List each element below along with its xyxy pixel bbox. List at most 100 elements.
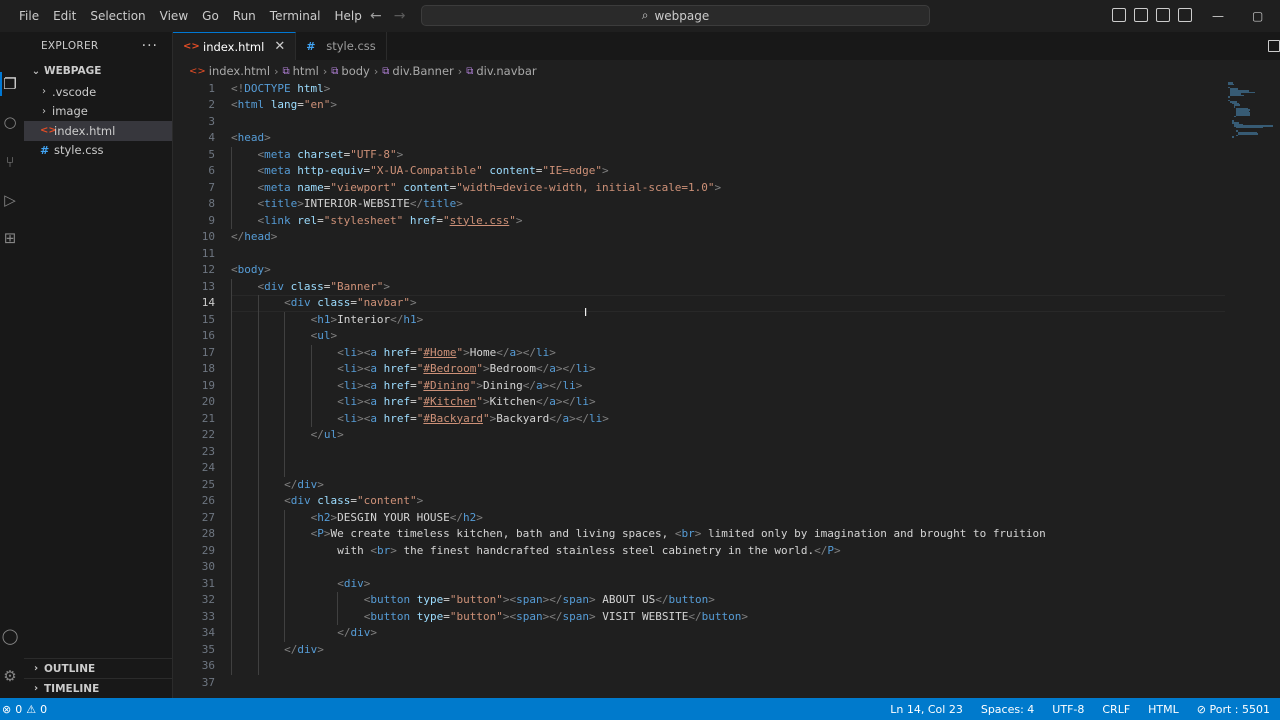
code-line[interactable]: <!DOCTYPE html> xyxy=(231,82,330,97)
warning-icon: ⚠ xyxy=(26,702,37,716)
problems-status[interactable]: ⊗ 0 ⚠ 0 xyxy=(0,703,47,716)
menu-go[interactable]: Go xyxy=(195,0,226,32)
toggle-panel-icon[interactable] xyxy=(1134,8,1148,22)
code-line[interactable]: </div> xyxy=(284,477,324,494)
menu-help[interactable]: Help xyxy=(328,0,369,32)
code-line[interactable]: <html lang="en"> xyxy=(231,97,337,114)
code-line[interactable]: <h1>Interior</h1> xyxy=(311,312,424,329)
code-line[interactable]: <h2>DESGIN YOUR HOUSE</h2> xyxy=(311,510,483,527)
code-line[interactable]: <title>INTERIOR-WEBSITE</title> xyxy=(258,196,463,213)
back-arrow-icon[interactable]: ← xyxy=(370,8,382,24)
encoding-status[interactable]: UTF-8 xyxy=(1052,703,1084,716)
breadcrumb-item[interactable]: <> index.html xyxy=(189,64,270,78)
minimap[interactable] xyxy=(1228,82,1280,142)
language-mode[interactable]: HTML xyxy=(1148,703,1179,716)
workspace-folder[interactable]: ⌄ WEBPAGE xyxy=(24,60,172,82)
forward-arrow-icon[interactable]: → xyxy=(394,8,406,24)
code-line[interactable]: <div class="navbar"> xyxy=(284,295,416,312)
menu-selection[interactable]: Selection xyxy=(83,0,152,32)
code-token: href xyxy=(383,362,411,375)
customize-layout-icon[interactable] xyxy=(1178,8,1192,22)
menu-edit[interactable]: Edit xyxy=(46,0,83,32)
live-server-port[interactable]: ⊘ Port : 5501 xyxy=(1197,703,1270,716)
timeline-section[interactable]: › TIMELINE xyxy=(24,678,173,698)
search-view-icon[interactable]: ○ xyxy=(0,112,20,132)
tree-item-vscode[interactable]: › .vscode xyxy=(24,82,172,102)
code-line[interactable]: <li><a href="#Kitchen">Kitchen</a></li> xyxy=(337,394,595,411)
tree-item-style-css[interactable]: # style.css xyxy=(24,141,172,161)
code-line[interactable]: <button type="button"><span></span> VISI… xyxy=(364,609,748,626)
code-token: name xyxy=(297,180,324,194)
code-line[interactable]: <ul> xyxy=(311,328,338,345)
code-line[interactable]: <head> xyxy=(231,130,271,147)
cursor-position[interactable]: Ln 14, Col 23 xyxy=(890,703,963,716)
chevron-right-icon: › xyxy=(33,683,39,694)
extensions-icon[interactable]: ⊞ xyxy=(0,228,20,248)
code-token: charset xyxy=(297,147,344,161)
tab-style-css[interactable]: # style.css xyxy=(296,32,387,60)
code-line[interactable]: </ul> xyxy=(311,427,344,444)
code-token: </ xyxy=(688,609,702,623)
breadcrumb-item[interactable]: ⧉ html xyxy=(283,64,319,78)
indent-guide xyxy=(284,311,286,477)
code-line[interactable]: <li><a href="#Bedroom">Bedroom</a></li> xyxy=(337,361,595,378)
breadcrumb-item[interactable]: ⧉ body xyxy=(331,64,370,78)
minimize-icon[interactable]: — xyxy=(1212,9,1224,23)
close-tab-icon[interactable]: ✕ xyxy=(274,39,285,54)
code-editor[interactable]: 1 2 3 4 5 6 7 8 9 10 11 12 13 14 15 16 17 18 19 20 21 22 23 24 2… xyxy=(173,82,1280,698)
tree-item-image[interactable]: › image xyxy=(24,102,172,122)
tree-item-index-html[interactable]: <> index.html xyxy=(24,121,172,141)
code-token: head xyxy=(237,131,265,144)
split-editor-icon[interactable] xyxy=(1268,40,1280,52)
code-line[interactable]: <button type="button"><span></span> ABOU… xyxy=(364,592,715,609)
command-center-search[interactable]: ⌕ webpage xyxy=(421,5,930,26)
code-line[interactable]: <div class="content"> xyxy=(284,493,423,510)
indentation-status[interactable]: Spaces: 4 xyxy=(981,703,1034,716)
chevron-right-icon: › xyxy=(274,64,279,78)
manage-gear-icon[interactable]: ⚙ xyxy=(0,666,20,686)
code-line[interactable]: </head> xyxy=(231,229,277,246)
code-token: "stylesheet" xyxy=(323,213,404,227)
code-line[interactable]: <body> xyxy=(231,262,271,279)
menu-view[interactable]: View xyxy=(153,0,195,32)
code-line[interactable]: <li><a href="#Backyard">Backyard</a></li… xyxy=(337,411,609,428)
code-line[interactable]: < P>We create timeless kitchen, bath and … xyxy=(311,526,1046,543)
explorer-files-icon[interactable]: ❐ xyxy=(0,74,20,94)
code-line[interactable]: </div> xyxy=(284,642,324,659)
code-line[interactable]: <li><a href="#Home">Home</a></li> xyxy=(337,345,556,362)
code-token: > xyxy=(588,395,596,408)
code-line[interactable]: <link rel="stylesheet" href="style.css"> xyxy=(258,213,523,230)
run-debug-icon[interactable]: ▷ xyxy=(0,190,20,210)
code-token: span xyxy=(562,609,590,623)
toggle-secondary-sidebar-icon[interactable] xyxy=(1156,8,1170,22)
code-line[interactable]: <meta charset="UTF-8"> xyxy=(258,147,404,164)
tree-item-label: image xyxy=(52,104,88,119)
code-token: class xyxy=(290,279,324,293)
html-file-icon: <> xyxy=(183,41,200,52)
code-token: < xyxy=(337,362,344,375)
breadcrumb-item[interactable]: ⧉ div.navbar xyxy=(466,64,536,78)
line-number: 25 xyxy=(201,477,215,491)
code-line[interactable]: <meta http-equiv="X-UA-Compatible" conte… xyxy=(258,163,609,180)
menu-run[interactable]: Run xyxy=(226,0,263,32)
code-token: = xyxy=(410,411,417,425)
account-icon[interactable]: ◯ xyxy=(0,626,20,646)
toggle-primary-sidebar-icon[interactable] xyxy=(1112,8,1126,22)
code-line[interactable]: <meta name="viewport" content="width=dev… xyxy=(258,180,722,197)
maximize-icon[interactable]: ▢ xyxy=(1252,9,1263,23)
code-line[interactable]: <div class="Banner"> xyxy=(258,279,390,296)
eol-status[interactable]: CRLF xyxy=(1102,703,1130,716)
outline-section[interactable]: › OUTLINE xyxy=(24,658,173,678)
tab-index-html[interactable]: <> index.html ✕ xyxy=(173,32,297,60)
code-line[interactable]: <div> xyxy=(337,576,370,593)
menu-file[interactable]: File xyxy=(12,0,46,32)
source-control-icon[interactable]: ⑂ xyxy=(0,152,20,172)
code-line[interactable]: with <br> the finest handcrafted stainle… xyxy=(337,543,840,560)
menu-terminal[interactable]: Terminal xyxy=(263,0,328,32)
more-actions-icon[interactable]: ··· xyxy=(142,38,158,54)
breadcrumb-item[interactable]: ⧉ div.Banner xyxy=(382,64,454,78)
code-line[interactable]: <li><a href="#Dining">Dining</a></li> xyxy=(337,378,582,395)
code-line[interactable]: </div> xyxy=(337,625,377,642)
status-right: Ln 14, Col 23 Spaces: 4 UTF-8 CRLF HTML … xyxy=(890,698,1270,720)
